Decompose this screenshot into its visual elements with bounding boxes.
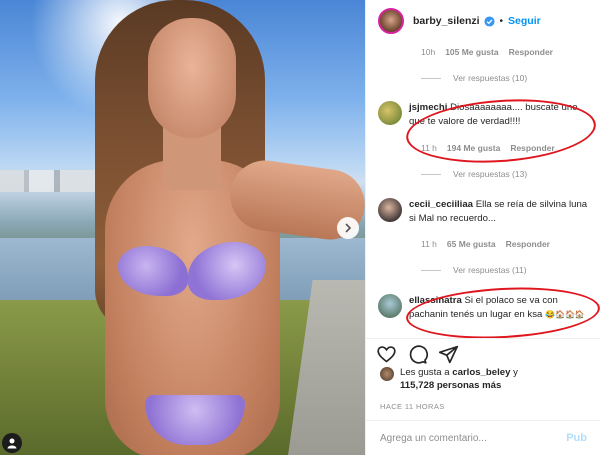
comment-meta: 11 h 194 Me gusta Responder (421, 143, 555, 153)
add-comment-bar: Agrega un comentario... Pub (366, 420, 600, 455)
subject-face (148, 18, 236, 138)
comment-item: cecii_ceciiliaa Ella se reía de silvina … (378, 198, 593, 226)
add-comment-input[interactable]: Agrega un comentario... (380, 433, 487, 444)
post-photo[interactable] (0, 0, 365, 455)
comment-time: 10h (421, 47, 436, 57)
commenter-username[interactable]: jsjmechi (409, 102, 447, 113)
likes-count[interactable]: 115,728 personas más (400, 380, 501, 391)
comment-item: ellassinatra Si el polaco se va con pach… (378, 294, 593, 322)
action-bar (366, 338, 600, 368)
commenter-avatar[interactable] (378, 294, 402, 318)
replies-divider (421, 173, 441, 175)
comment-meta: 11 h 65 Me gusta Responder (421, 239, 550, 249)
view-replies-button[interactable]: Ver respuestas (11) (421, 265, 527, 275)
commenter-avatar[interactable] (378, 198, 402, 222)
next-photo-button[interactable] (337, 217, 359, 239)
commenter-avatar[interactable] (378, 101, 402, 125)
view-replies-label: Ver respuestas (13) (453, 169, 528, 179)
verified-badge-icon (483, 15, 495, 27)
likes-conj: y (513, 367, 518, 378)
post-timestamp[interactable]: HACE 11 HORAS (380, 402, 445, 411)
chevron-right-icon (345, 223, 352, 233)
comment-meta: 10h 105 Me gusta Responder (421, 47, 553, 57)
share-icon[interactable] (438, 344, 459, 365)
liker-username[interactable]: carlos_beley (452, 367, 510, 378)
heart-icon[interactable] (376, 344, 397, 365)
view-replies-button[interactable]: Ver respuestas (13) (421, 169, 527, 179)
comment-likes[interactable]: 65 Me gusta (447, 239, 496, 249)
comment-likes[interactable]: 105 Me gusta (445, 47, 498, 57)
replies-divider (421, 269, 441, 271)
comment-time: 11 h (421, 239, 437, 249)
view-replies-label: Ver respuestas (10) (453, 73, 528, 83)
view-replies-label: Ver respuestas (11) (453, 265, 527, 275)
reply-button[interactable]: Responder (506, 239, 550, 249)
reply-button[interactable]: Responder (510, 143, 554, 153)
likes-summary: Les gusta a carlos_beley y 115,728 perso… (380, 366, 518, 392)
likes-prefix: Les gusta a (400, 367, 450, 378)
user-tag-icon (7, 438, 17, 449)
comment-body: jsjmechi Diosaaaaaaaa.... buscate uno qu… (409, 101, 593, 129)
comment-item: jsjmechi Diosaaaaaaaa.... buscate uno qu… (378, 101, 593, 129)
comment-body: ellassinatra Si el polaco se va con pach… (409, 294, 593, 322)
author-avatar[interactable] (378, 8, 404, 34)
likes-text: Les gusta a carlos_beley y 115,728 perso… (400, 366, 518, 392)
post-sidebar: barby_silenzi • Seguir 10h 105 Me gusta … (365, 0, 600, 455)
header-separator: • (499, 15, 504, 27)
commenter-username[interactable]: cecii_ceciiliaa (409, 199, 473, 210)
author-username[interactable]: barby_silenzi (413, 15, 480, 27)
post-header: barby_silenzi • Seguir (366, 0, 600, 42)
comment-icon[interactable] (407, 344, 428, 365)
comment-emoji: 😂🏠🏠🏠 (545, 310, 585, 319)
tagged-users-button[interactable] (2, 433, 22, 453)
follow-button[interactable]: Seguir (508, 15, 541, 27)
liker-avatar[interactable] (380, 367, 394, 381)
comment-likes[interactable]: 194 Me gusta (447, 143, 500, 153)
publish-button[interactable]: Pub (566, 432, 587, 444)
view-replies-button[interactable]: Ver respuestas (10) (421, 73, 527, 83)
replies-divider (421, 77, 441, 79)
reply-button[interactable]: Responder (509, 47, 553, 57)
comment-body: cecii_ceciiliaa Ella se reía de silvina … (409, 198, 593, 226)
commenter-username[interactable]: ellassinatra (409, 295, 462, 306)
comment-time: 11 h (421, 143, 437, 153)
